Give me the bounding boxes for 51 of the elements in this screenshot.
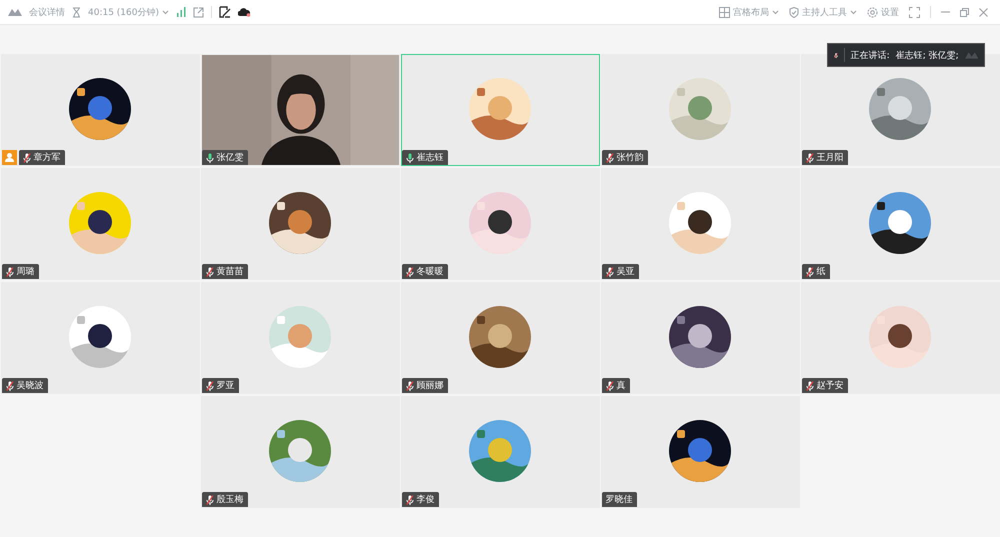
name-tag: 赵予安 (802, 378, 848, 393)
cloud-icon[interactable] (238, 7, 251, 17)
video-tile[interactable]: 周璐 (0, 168, 200, 280)
name-tag: 周璐 (2, 264, 38, 279)
video-tile[interactable]: 章方军 (0, 54, 200, 166)
shield-icon (789, 6, 799, 18)
video-tile[interactable]: 冬暖暖 (400, 168, 600, 280)
pen-icon[interactable] (219, 6, 231, 18)
chevron-icon (162, 10, 169, 14)
video-tile[interactable]: 纸 (800, 168, 1000, 280)
video-tile[interactable]: 罗晓佳 (600, 396, 800, 508)
close-icon[interactable] (979, 8, 988, 16)
name-tag: 崔志钰 (402, 150, 448, 165)
name-tag: 殷玉梅 (202, 492, 248, 507)
video-tile[interactable]: 顾丽娜 (400, 282, 600, 394)
chevron-icon (772, 10, 779, 14)
name-tag: 罗亚 (202, 378, 238, 393)
name-tag: 顾丽娜 (402, 378, 448, 393)
video-tile[interactable]: 真 (600, 282, 800, 394)
name-tag: 真 (602, 378, 630, 393)
name-tag: 黄苗苗 (202, 264, 248, 279)
hourglass-icon (72, 6, 81, 18)
grid-icon (719, 6, 730, 18)
fullscreen-icon[interactable] (909, 6, 920, 18)
video-tile[interactable]: 李俊 (400, 396, 600, 508)
name-tag: 纸 (802, 264, 830, 279)
name-tag: 罗晓佳 (602, 492, 636, 507)
signal-icon[interactable] (176, 7, 186, 17)
video-tile[interactable]: 黄苗苗 (200, 168, 400, 280)
name-tag: 冬暖暖 (402, 264, 448, 279)
share-icon[interactable] (193, 6, 204, 18)
name-tag: 王月阳 (802, 150, 848, 165)
name-tag: 吴晓波 (2, 378, 48, 393)
video-tile[interactable]: 崔志钰 (400, 54, 600, 166)
name-tag: 李俊 (402, 492, 438, 507)
settings-icon (867, 6, 878, 18)
video-tile[interactable]: 赵予安 (800, 282, 1000, 394)
video-tile[interactable]: 吴亚 (600, 168, 800, 280)
restore-icon[interactable] (960, 8, 969, 16)
video-tile[interactable]: 吴晓波 (0, 282, 200, 394)
name-tag: 张竹韵 (602, 150, 648, 165)
minimize-icon[interactable] (941, 11, 950, 13)
video-tile[interactable]: 张竹韵 (600, 54, 800, 166)
video-tile[interactable]: 罗亚 (200, 282, 400, 394)
name-tag: 吴亚 (602, 264, 638, 279)
video-tile[interactable]: 殷玉梅 (200, 396, 400, 508)
video-tile[interactable]: 张亿雯 (200, 54, 400, 166)
logo-icon (8, 8, 22, 16)
chevron-icon (850, 10, 857, 14)
name-tag: 章方军 (18, 150, 64, 165)
name-tag: 张亿雯 (202, 150, 248, 165)
